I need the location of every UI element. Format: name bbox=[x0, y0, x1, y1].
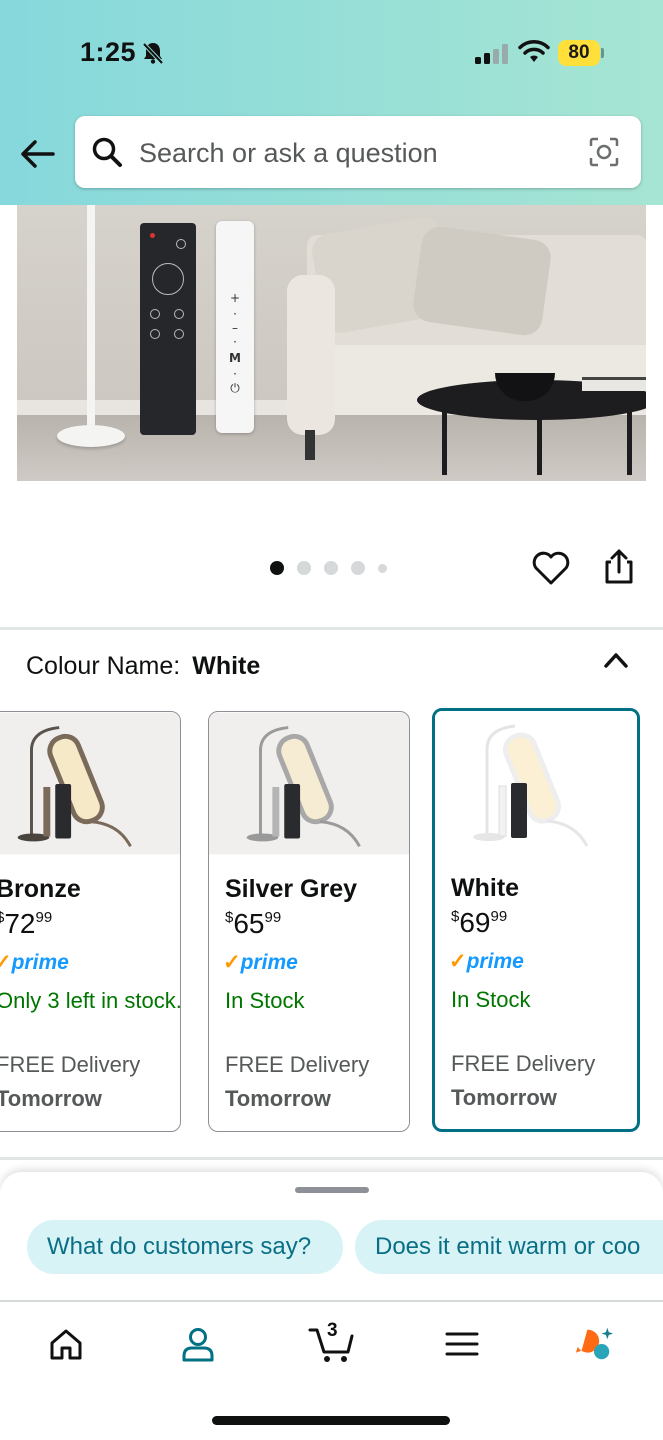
camera-lens-icon[interactable] bbox=[588, 136, 620, 168]
cart-count-badge: 3 bbox=[327, 1320, 338, 1341]
floor-lamp-pole bbox=[87, 205, 95, 430]
back-arrow-icon bbox=[21, 140, 55, 168]
header-bar: 1:25 80 Search or ask a question bbox=[0, 0, 663, 205]
search-icon bbox=[92, 137, 122, 167]
delivery-date: Tomorrow bbox=[0, 1086, 102, 1111]
home-icon bbox=[50, 1329, 82, 1360]
suggestion-chip[interactable]: What do customers say? bbox=[27, 1220, 343, 1274]
section-divider bbox=[0, 1157, 663, 1160]
prime-badge: ✓prime bbox=[0, 951, 69, 974]
account-icon bbox=[182, 1328, 214, 1362]
rufus-icon bbox=[575, 1327, 614, 1360]
white-lamp-thumbnail bbox=[435, 711, 637, 854]
cell-signal-icon bbox=[475, 44, 508, 64]
delivery-date: Tomorrow bbox=[451, 1085, 557, 1110]
wishlist-heart-icon[interactable] bbox=[531, 549, 571, 587]
variant-price: $7299 bbox=[0, 908, 53, 939]
variant-card-silver-grey[interactable]: Silver Grey $6599 ✓prime In Stock FREE D… bbox=[208, 711, 410, 1132]
colour-selector-header: Colour Name: White bbox=[26, 652, 260, 681]
search-input[interactable]: Search or ask a question bbox=[75, 116, 641, 188]
silent-bell-icon bbox=[142, 42, 164, 65]
delivery-text: FREE Delivery bbox=[0, 1052, 141, 1077]
status-time: 1:25 bbox=[80, 37, 137, 67]
prime-badge: ✓prime bbox=[223, 951, 298, 974]
battery-indicator: 80 bbox=[558, 40, 604, 66]
variant-card-white[interactable]: White $6999 ✓prime In Stock FREE Deliver… bbox=[432, 708, 640, 1132]
section-divider bbox=[0, 627, 663, 630]
pagination-dot[interactable] bbox=[324, 561, 338, 575]
battery-level: 80 bbox=[558, 40, 600, 66]
sofa-image bbox=[287, 214, 646, 465]
status-bar: 1:25 80 bbox=[0, 0, 663, 108]
wifi-icon bbox=[518, 40, 550, 62]
silver-grey-lamp-thumbnail bbox=[209, 712, 409, 855]
lamp-control-bar-image: + · – · M · ⏻ bbox=[216, 221, 254, 433]
bronze-lamp-thumbnail bbox=[0, 712, 180, 855]
remote-control-image bbox=[140, 223, 196, 435]
stock-status: In Stock bbox=[451, 987, 531, 1012]
delivery-text: FREE Delivery bbox=[225, 1052, 370, 1077]
variant-card-bronze[interactable]: Bronze $7299 ✓prime Only 3 left in stock… bbox=[0, 711, 181, 1132]
back-button[interactable] bbox=[16, 132, 60, 176]
pagination-dot[interactable] bbox=[270, 561, 284, 575]
tab-menu[interactable] bbox=[442, 1324, 482, 1364]
floor-lamp-base bbox=[57, 425, 125, 447]
variant-name: White bbox=[451, 874, 520, 902]
sheet-grabber[interactable] bbox=[295, 1187, 369, 1193]
delivery-text: FREE Delivery bbox=[451, 1051, 596, 1076]
colour-selected-value: White bbox=[192, 652, 261, 680]
search-placeholder: Search or ask a question bbox=[139, 138, 438, 168]
product-image[interactable]: + · – · M · ⏻ bbox=[17, 205, 646, 481]
tab-home[interactable] bbox=[46, 1324, 86, 1364]
rufus-suggestions-sheet[interactable]: What do customers say? Does it emit warm… bbox=[0, 1172, 663, 1302]
pagination-dot[interactable] bbox=[297, 561, 311, 575]
tab-rufus[interactable] bbox=[574, 1324, 614, 1364]
colour-label: Colour Name: bbox=[26, 652, 181, 680]
stock-status: In Stock bbox=[225, 988, 305, 1013]
variant-price: $6999 bbox=[451, 907, 508, 938]
chevron-up-icon[interactable] bbox=[603, 650, 629, 670]
image-pagination[interactable] bbox=[270, 561, 387, 575]
delivery-date: Tomorrow bbox=[225, 1086, 331, 1111]
stock-status: Only 3 left in stock. bbox=[0, 988, 181, 1013]
variant-name: Bronze bbox=[0, 875, 81, 903]
home-indicator[interactable] bbox=[212, 1416, 450, 1425]
variant-name: Silver Grey bbox=[225, 875, 358, 903]
variant-price: $6599 bbox=[225, 908, 282, 939]
tab-account[interactable] bbox=[178, 1324, 218, 1364]
pagination-dot[interactable] bbox=[378, 563, 387, 573]
prime-badge: ✓prime bbox=[449, 950, 524, 973]
share-icon[interactable] bbox=[600, 548, 638, 586]
suggestion-chip[interactable]: Does it emit warm or coo bbox=[355, 1220, 663, 1274]
menu-icon bbox=[445, 1332, 479, 1356]
pagination-dot[interactable] bbox=[351, 561, 365, 575]
